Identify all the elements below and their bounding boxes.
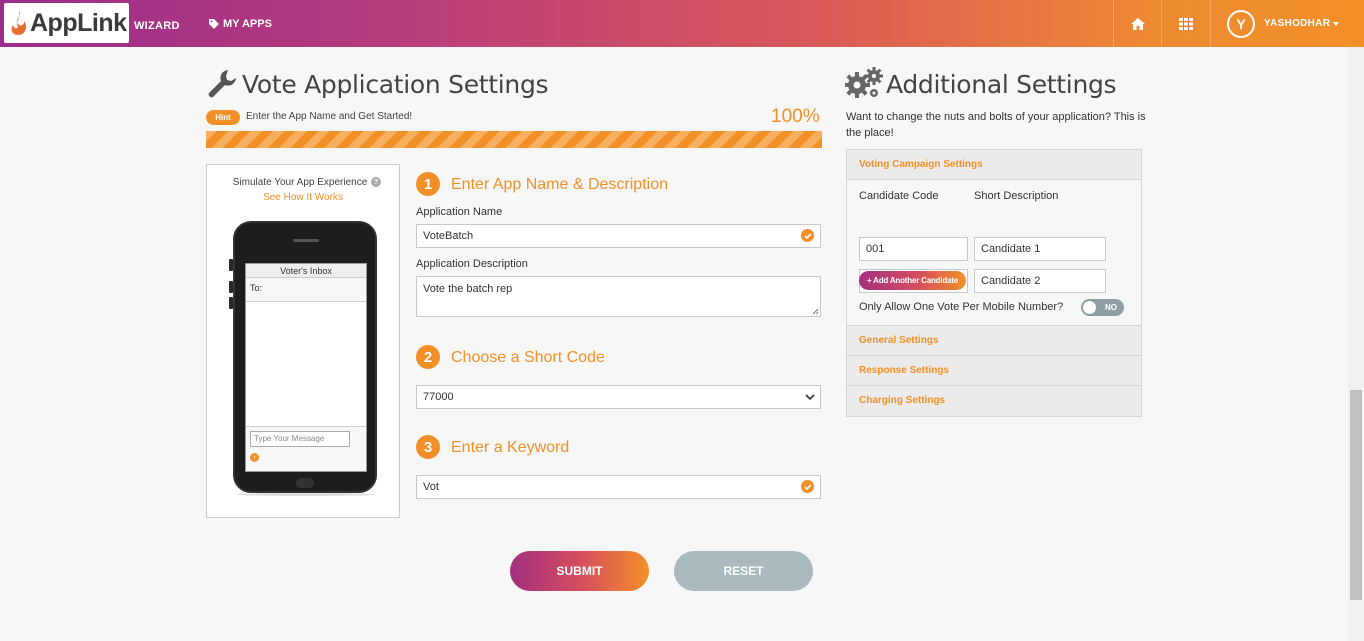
step-1-badge: 1 xyxy=(416,172,440,196)
applink-logo[interactable]: AppLink xyxy=(4,3,129,43)
one-vote-toggle[interactable]: NO xyxy=(1081,299,1124,316)
inbox-messages xyxy=(246,302,366,427)
hint-text: Enter the App Name and Get Started! xyxy=(246,111,413,122)
submit-button[interactable]: SUBMIT xyxy=(510,551,649,591)
charging-settings-header[interactable]: Charging Settings xyxy=(847,386,1141,416)
home-button[interactable] xyxy=(1113,0,1161,47)
resize-grip-icon[interactable] xyxy=(812,308,819,315)
avatar: Y xyxy=(1227,9,1255,38)
page-title: Vote Application Settings xyxy=(242,70,549,99)
username: YASHODHAR xyxy=(1264,18,1331,29)
logo-text: AppLink xyxy=(30,8,127,37)
toggle-knob xyxy=(1083,301,1096,314)
app-name-input[interactable]: VoteBatch xyxy=(416,224,821,248)
additional-settings-title: Additional Settings xyxy=(886,70,1117,99)
candidate-description-input[interactable]: Candidate 2 xyxy=(974,269,1106,293)
wizard-label[interactable]: WIZARD xyxy=(134,20,180,32)
toggle-state: NO xyxy=(1105,303,1117,312)
home-icon xyxy=(1130,17,1145,30)
tag-icon xyxy=(209,19,219,29)
reset-button[interactable]: RESET xyxy=(674,551,813,591)
progress-bar xyxy=(206,131,822,148)
step-3-badge: 3 xyxy=(416,435,440,459)
app-description-textarea[interactable]: Vote the batch rep xyxy=(416,276,821,317)
phone-mockup: Voter's Inbox To: Type Your Message › xyxy=(229,221,377,493)
user-menu[interactable]: Y YASHODHAR xyxy=(1210,0,1348,47)
app-description-label: Application Description xyxy=(416,258,528,270)
step-2-title: Choose a Short Code xyxy=(451,349,605,366)
candidate-code-label: Candidate Code xyxy=(859,190,939,202)
scrollbar-thumb[interactable] xyxy=(1350,390,1362,600)
candidate-code-input[interactable]: 001 xyxy=(859,237,968,261)
chevron-down-icon xyxy=(805,394,815,401)
response-settings-header[interactable]: Response Settings xyxy=(847,356,1141,386)
send-icon[interactable]: › xyxy=(250,453,259,462)
candidate-description-input[interactable]: Candidate 1 xyxy=(974,237,1106,261)
app-description-value: Vote the batch rep xyxy=(423,283,513,295)
phone-shadow xyxy=(235,493,375,496)
help-icon[interactable]: ? xyxy=(371,177,381,187)
applink-logo-icon xyxy=(11,11,26,35)
see-how-it-works-link[interactable]: See How It Works xyxy=(207,192,399,203)
voting-campaign-settings-header[interactable]: Voting Campaign Settings xyxy=(847,150,1141,180)
short-code-value: 77000 xyxy=(423,391,454,403)
step-1-title: Enter App Name & Description xyxy=(451,176,668,193)
phone-side-button xyxy=(229,259,233,271)
message-input[interactable]: Type Your Message xyxy=(250,431,350,447)
short-code-select[interactable]: 77000 xyxy=(416,385,821,409)
simulator-title: Simulate Your App Experience xyxy=(232,177,368,188)
top-navbar: AppLink WIZARD MY APPS Y YASHODHAR xyxy=(0,0,1364,47)
gears-icon xyxy=(845,67,883,98)
short-description-label: Short Description xyxy=(974,190,1059,202)
step-3-title: Enter a Keyword xyxy=(451,439,570,456)
progress-percent: 100% xyxy=(771,106,820,127)
grid-icon xyxy=(1178,17,1193,30)
hint-badge: Hint xyxy=(206,110,240,125)
phone-side-button xyxy=(229,281,233,293)
check-icon xyxy=(801,480,814,493)
step-2-badge: 2 xyxy=(416,345,440,369)
phone-home-button xyxy=(296,478,314,488)
inbox-title: Voter's Inbox xyxy=(246,264,366,278)
general-settings-header[interactable]: General Settings xyxy=(847,326,1141,356)
phone-speaker xyxy=(293,239,319,242)
app-simulator: Simulate Your App Experience ? See How I… xyxy=(206,164,400,518)
one-vote-label: Only Allow One Vote Per Mobile Number? xyxy=(859,301,1064,313)
keyword-input[interactable]: Vot xyxy=(416,475,821,499)
phone-screen: Voter's Inbox To: Type Your Message › xyxy=(245,263,367,472)
my-apps-link[interactable]: MY APPS xyxy=(209,18,272,30)
additional-settings-description: Want to change the nuts and bolts of you… xyxy=(846,111,1146,139)
inbox-compose: Type Your Message › xyxy=(246,427,366,471)
wrench-icon xyxy=(208,70,236,98)
my-apps-label: MY APPS xyxy=(223,18,272,30)
phone-side-button xyxy=(229,297,233,309)
inbox-to-field: To: xyxy=(246,278,366,302)
app-name-label: Application Name xyxy=(416,206,503,218)
add-candidate-button[interactable]: + Add Another Candidate xyxy=(859,271,966,290)
caret-down-icon xyxy=(1333,21,1340,26)
apps-grid-button[interactable] xyxy=(1161,0,1209,47)
check-icon xyxy=(801,229,814,242)
